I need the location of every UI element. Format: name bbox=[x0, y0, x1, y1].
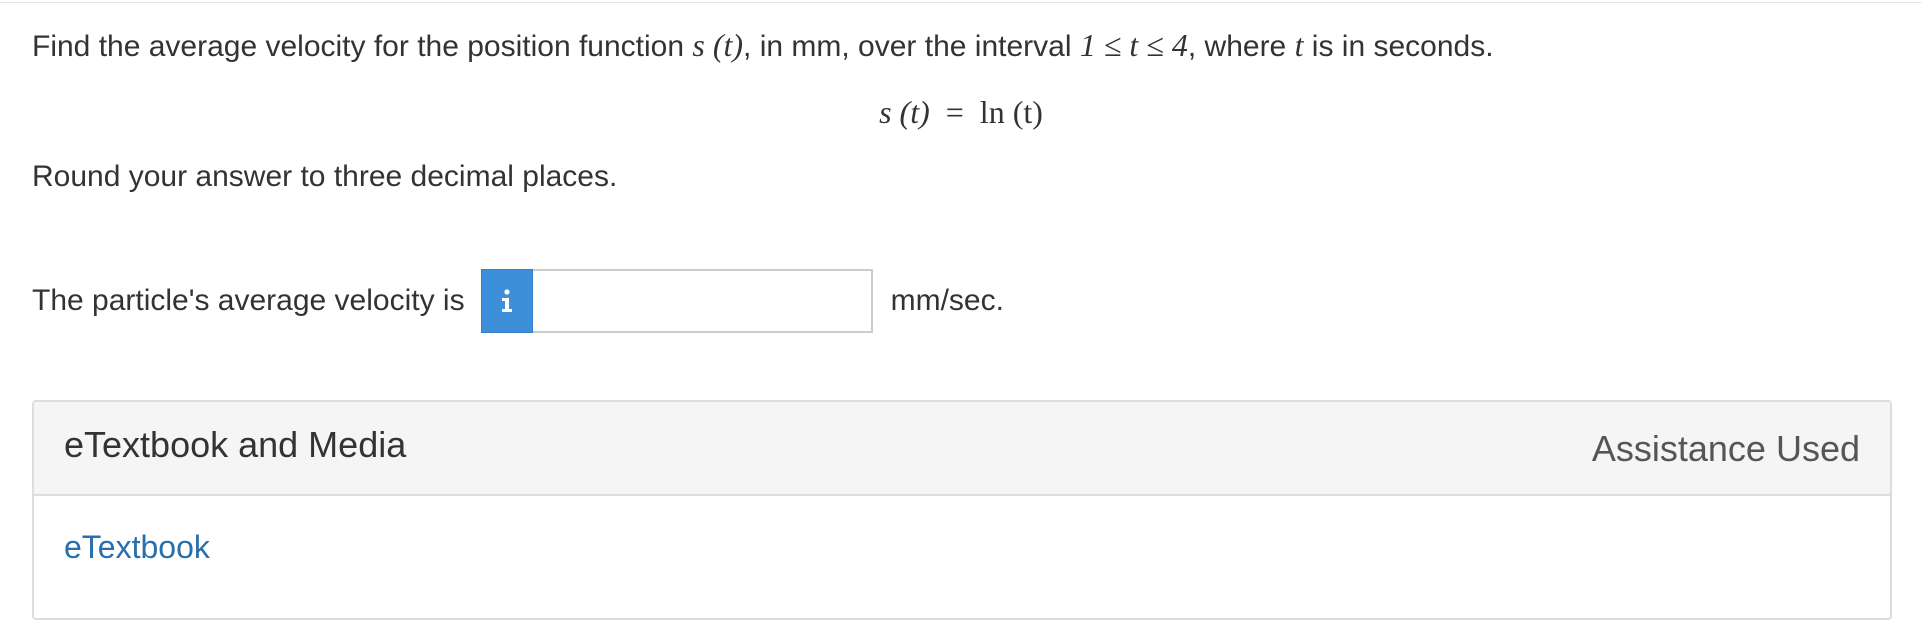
info-button[interactable] bbox=[480, 269, 533, 333]
formula-lhs: s (t) bbox=[879, 94, 930, 130]
answer-input[interactable] bbox=[532, 269, 873, 333]
panel-header: eTextbook and Media Assistance Used bbox=[34, 402, 1890, 496]
question-function: s (t) bbox=[692, 27, 744, 63]
etextbook-panel: eTextbook and Media Assistance Used eTex… bbox=[32, 400, 1892, 620]
question-interval: 1 ≤ t ≤ 4 bbox=[1079, 27, 1188, 63]
answer-row: The particle's average velocity is mm/se… bbox=[32, 268, 1004, 334]
question-text-after: is in seconds. bbox=[1303, 30, 1494, 63]
top-divider bbox=[0, 2, 1922, 3]
question-text-units: , in mm, over the interval bbox=[743, 30, 1080, 63]
rounding-instruction: Round your answer to three decimal place… bbox=[32, 160, 618, 193]
etextbook-link[interactable]: eTextbook bbox=[64, 526, 210, 568]
question-text-before: Find the average velocity for the positi… bbox=[32, 30, 693, 63]
position-formula: s (t) = ln (t) bbox=[0, 90, 1922, 134]
info-icon bbox=[501, 289, 512, 312]
answer-label: The particle's average velocity is bbox=[32, 284, 465, 317]
panel-title: eTextbook and Media bbox=[64, 424, 407, 465]
formula-equals: = bbox=[945, 94, 964, 130]
question-text: Find the average velocity for the positi… bbox=[32, 24, 1494, 68]
question-text-where: , where bbox=[1187, 30, 1295, 63]
assistance-used-label: Assistance Used bbox=[1591, 428, 1860, 469]
answer-unit: mm/sec. bbox=[890, 284, 1004, 317]
formula-rhs: ln (t) bbox=[979, 94, 1043, 130]
